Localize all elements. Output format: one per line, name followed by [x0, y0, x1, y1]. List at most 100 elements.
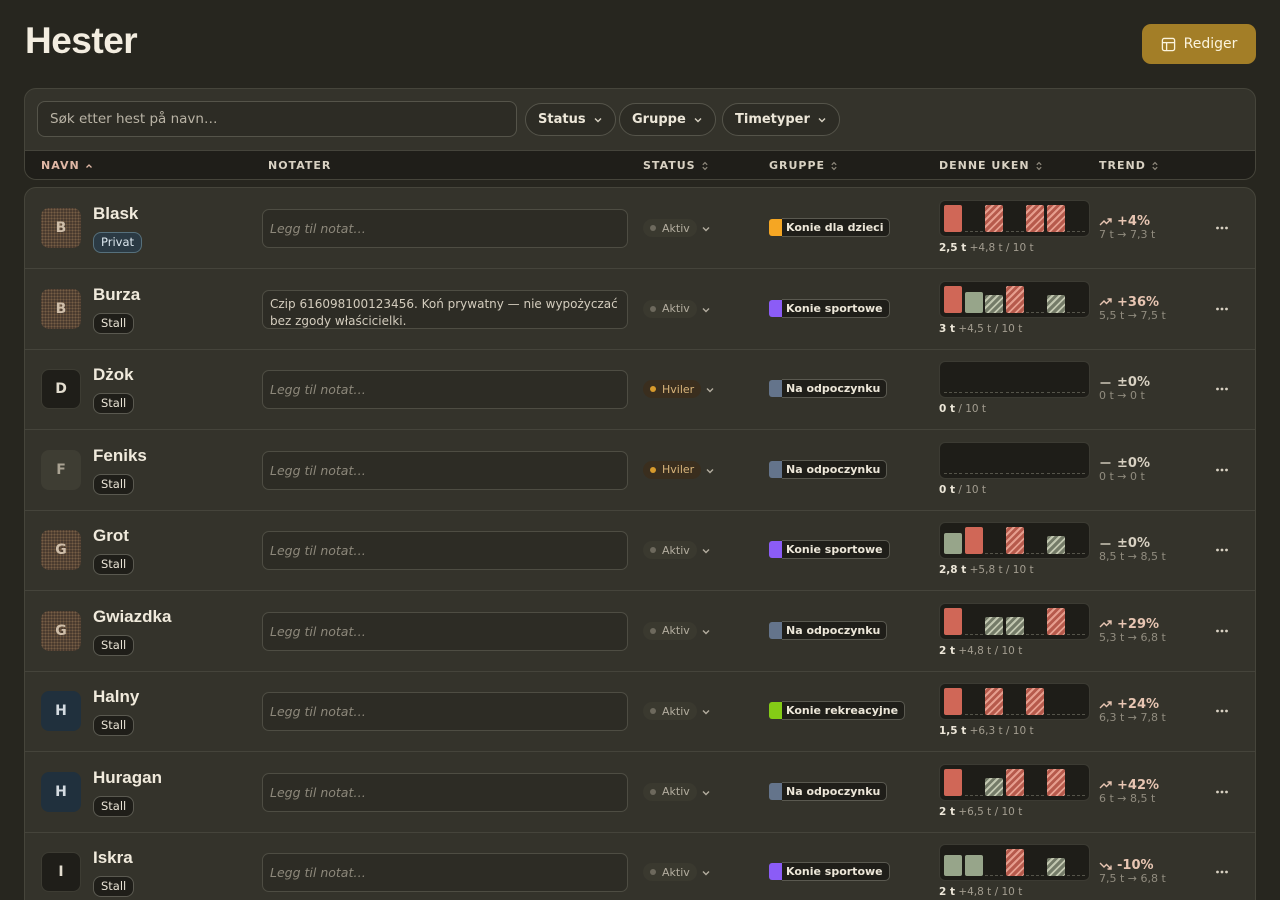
column-status-header[interactable]: STATUS — [643, 159, 709, 172]
chevron-down-icon[interactable] — [701, 546, 711, 556]
hours-done: 2,5 t — [939, 242, 967, 254]
week-day-empty — [1026, 794, 1044, 796]
table-row[interactable]: G Gwiazdka Stall Legg til notat… Aktiv Na odp… — [25, 591, 1255, 672]
trend-value: ±0% — [1117, 536, 1150, 551]
horse-name[interactable]: Burza — [93, 285, 140, 305]
week-day-empty — [1067, 713, 1085, 715]
status-filter-button[interactable]: Status — [525, 103, 616, 136]
chevron-down-icon[interactable] — [705, 385, 715, 395]
column-week-header[interactable]: DENNE UKEN — [939, 159, 1043, 172]
table-row[interactable]: I Iskra Stall Legg til notat… Aktiv Konie spo… — [25, 832, 1255, 900]
note-field[interactable]: Legg til notat… — [262, 370, 628, 409]
group-color-swatch — [769, 219, 783, 236]
more-options-icon[interactable] — [1215, 865, 1229, 879]
table-row[interactable]: G Grot Stall Legg til notat… Aktiv Konie spor… — [25, 510, 1255, 591]
chevron-down-icon[interactable] — [701, 627, 711, 637]
more-options-icon[interactable] — [1215, 302, 1229, 316]
week-day-bar — [1046, 607, 1065, 635]
week-day-bar — [1005, 849, 1024, 876]
column-week-label: DENNE UKEN — [939, 159, 1030, 172]
chevron-down-icon[interactable] — [701, 305, 711, 315]
table-row[interactable]: F Feniks Stall Legg til notat… Hviler Na odpo… — [25, 430, 1255, 511]
horse-name[interactable]: Feniks — [93, 446, 147, 466]
group-color-swatch — [769, 299, 783, 317]
column-name-header[interactable]: NAVN — [41, 159, 93, 172]
status-dot — [650, 305, 656, 312]
column-group-header[interactable]: GRUPPE — [769, 159, 838, 172]
table-row[interactable]: H Huragan Stall Legg til notat… Aktiv Na odpo… — [25, 752, 1255, 833]
more-options-icon[interactable] — [1215, 785, 1229, 799]
status-badge[interactable]: Aktiv — [643, 863, 697, 881]
column-notes-label: NOTATER — [268, 159, 332, 172]
horse-name[interactable]: Huragan — [93, 768, 162, 788]
week-day-bar — [944, 768, 962, 796]
group-badge: Konie sportowe — [769, 298, 890, 319]
trend: ±0% 8,5 t → 8,5 t — [1099, 536, 1166, 563]
note-field[interactable]: Legg til notat… — [262, 692, 628, 731]
status-dot — [650, 225, 656, 231]
search-input[interactable]: Søk etter hest på navn… — [37, 101, 517, 137]
trend-detail: 7,5 t → 6,8 t — [1099, 872, 1166, 885]
group-filter-button[interactable]: Gruppe — [619, 103, 716, 136]
week-day-empty — [964, 633, 983, 635]
edit-button[interactable]: Rediger — [1142, 24, 1256, 64]
status-badge[interactable]: Hviler — [643, 460, 702, 479]
ownership-tag: Stall — [93, 554, 135, 575]
note-field[interactable]: Legg til notat… — [262, 450, 628, 490]
chevron-down-icon[interactable] — [701, 868, 711, 878]
status-label: Hviler — [662, 382, 695, 396]
note-field[interactable]: Czip 616098100123456. Koń prywatny — nie… — [262, 289, 628, 329]
chevron-down-icon — [694, 117, 702, 122]
sort-icon — [1152, 161, 1158, 170]
table-row[interactable]: H Halny Stall Legg til notat… Aktiv Konie rek… — [25, 671, 1255, 752]
status-badge[interactable]: Aktiv — [643, 219, 697, 237]
status-dot — [650, 788, 656, 795]
status-label: Aktiv — [662, 785, 690, 798]
status-badge[interactable]: Aktiv — [643, 621, 697, 640]
group-label: Na odpoczynku — [782, 459, 888, 479]
avatar: G — [41, 610, 81, 651]
status-badge[interactable]: Aktiv — [643, 782, 697, 801]
note-field[interactable]: Legg til notat… — [262, 611, 628, 651]
status-badge[interactable]: Aktiv — [643, 299, 697, 318]
chevron-down-icon[interactable] — [701, 707, 711, 717]
trend-value: ±0% — [1117, 455, 1150, 471]
chevron-down-icon[interactable] — [701, 788, 711, 798]
week-day-bar — [964, 527, 983, 554]
more-options-icon[interactable] — [1215, 382, 1229, 396]
note-field[interactable]: Legg til notat… — [262, 853, 628, 892]
table-row[interactable]: B Blask Privat Legg til notat… Aktiv Konie dl… — [25, 188, 1255, 269]
more-options-icon[interactable] — [1215, 704, 1229, 718]
chevron-down-icon[interactable] — [701, 224, 711, 234]
avatar: G — [41, 530, 81, 570]
horse-table: B Blask Privat Legg til notat… Aktiv Konie dl… — [24, 187, 1256, 900]
group-filter-label: Gruppe — [632, 112, 686, 127]
status-badge[interactable]: Hviler — [643, 380, 702, 398]
column-trend-label: TREND — [1099, 159, 1146, 172]
week-hours: 2 t +6,5 t / 10 t — [939, 806, 1022, 818]
week-chart — [939, 361, 1090, 398]
horse-name[interactable]: Grot — [93, 526, 129, 546]
status-badge[interactable]: Aktiv — [643, 541, 697, 559]
status-badge[interactable]: Aktiv — [643, 702, 697, 720]
column-trend-header[interactable]: TREND — [1099, 159, 1159, 172]
table-row[interactable]: D Dżok Stall Legg til notat… Hviler Na odpocz… — [25, 349, 1255, 430]
note-field[interactable]: Legg til notat… — [262, 531, 628, 570]
note-field[interactable]: Legg til notat… — [262, 209, 628, 248]
horse-name[interactable]: Iskra — [93, 848, 133, 868]
more-options-icon[interactable] — [1215, 221, 1229, 235]
chevron-down-icon[interactable] — [705, 466, 715, 476]
hourtype-filter-button[interactable]: Timetyper — [722, 103, 840, 136]
table-row[interactable]: B Burza Stall Czip 616098100123456. Koń pry… — [25, 269, 1255, 350]
more-options-icon[interactable] — [1215, 463, 1229, 477]
more-options-icon[interactable] — [1215, 543, 1229, 557]
horse-name[interactable]: Gwiazdka — [93, 607, 171, 627]
horse-name[interactable]: Blask — [93, 204, 138, 224]
week-day-bar — [1046, 536, 1065, 554]
horse-name[interactable]: Dżok — [93, 365, 134, 385]
horse-name[interactable]: Halny — [93, 687, 139, 707]
trend-up-icon — [1099, 620, 1112, 628]
note-field[interactable]: Legg til notat… — [262, 772, 628, 812]
more-options-icon[interactable] — [1215, 624, 1229, 638]
trend-detail: 0 t → 0 t — [1099, 469, 1145, 483]
